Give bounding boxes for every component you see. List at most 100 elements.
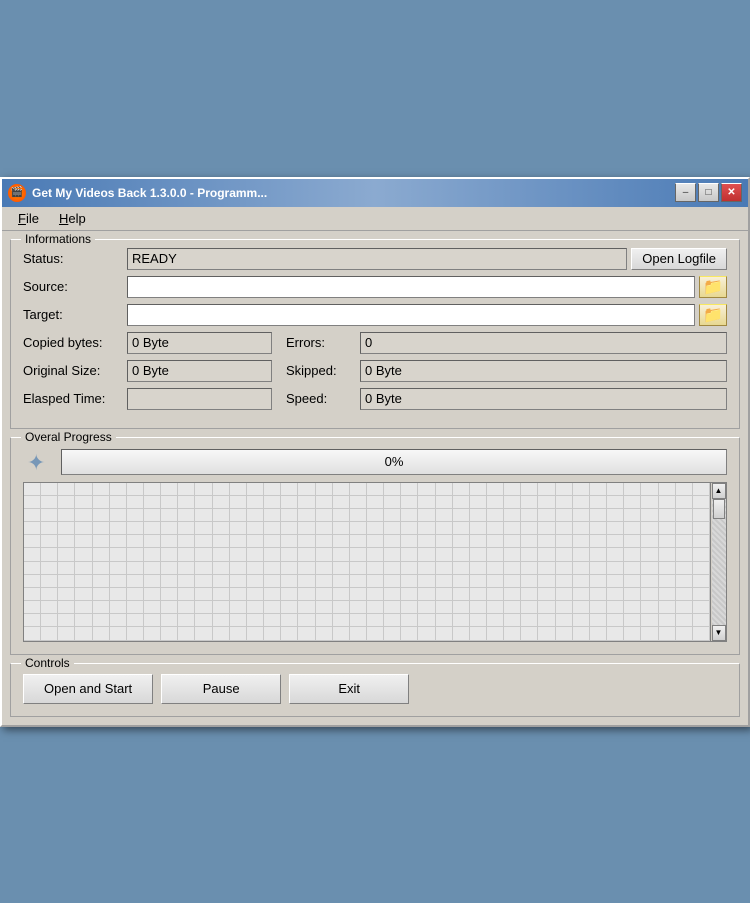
grid-cell — [93, 614, 110, 627]
grid-cell — [659, 509, 676, 522]
scroll-track[interactable] — [712, 499, 726, 625]
grid-cell — [367, 575, 384, 588]
minimize-button[interactable]: – — [675, 183, 696, 202]
menu-help-label: Help — [59, 211, 86, 226]
pause-button[interactable]: Pause — [161, 674, 281, 704]
grid-cell — [624, 535, 641, 548]
grid-cell — [178, 522, 195, 535]
grid-cell — [470, 548, 487, 561]
target-input[interactable] — [127, 304, 695, 326]
grid-cell — [161, 614, 178, 627]
grid-cell — [590, 614, 607, 627]
grid-cell — [573, 588, 590, 601]
grid-cell — [178, 548, 195, 561]
grid-cell — [316, 575, 333, 588]
grid-cell — [195, 535, 212, 548]
grid-cell — [521, 575, 538, 588]
grid-cell — [110, 601, 127, 614]
grid-cell — [316, 627, 333, 640]
scroll-thumb[interactable] — [713, 499, 725, 519]
target-folder-button[interactable]: 📁 — [699, 304, 727, 326]
grid-cell — [556, 535, 573, 548]
grid-cell — [161, 483, 178, 496]
menu-file[interactable]: File — [10, 209, 47, 228]
grid-cell — [281, 548, 298, 561]
open-logfile-button[interactable]: Open Logfile — [631, 248, 727, 270]
grid-cell — [453, 496, 470, 509]
grid-cell — [41, 562, 58, 575]
grid-cell — [264, 509, 281, 522]
grid-cell — [93, 601, 110, 614]
grid-cell — [178, 588, 195, 601]
grid-cell — [316, 522, 333, 535]
grid-cell — [367, 535, 384, 548]
grid-cell — [504, 522, 521, 535]
exit-button[interactable]: Exit — [289, 674, 409, 704]
grid-cell — [161, 522, 178, 535]
grid-cell — [573, 509, 590, 522]
grid-cell — [110, 535, 127, 548]
grid-cell — [350, 509, 367, 522]
grid-cell — [264, 548, 281, 561]
grid-cell — [195, 614, 212, 627]
grid-cell — [58, 483, 75, 496]
scroll-up-button[interactable]: ▲ — [712, 483, 726, 499]
grid-cell — [470, 601, 487, 614]
grid-cell — [247, 575, 264, 588]
main-window: 🎬 Get My Videos Back 1.3.0.0 - Programm.… — [0, 177, 750, 727]
grid-cell — [590, 575, 607, 588]
source-input[interactable] — [127, 276, 695, 298]
menu-help[interactable]: Help — [51, 209, 94, 228]
grid-cell — [93, 575, 110, 588]
source-folder-button[interactable]: 📁 — [699, 276, 727, 298]
original-size-display: 0 Byte — [127, 360, 272, 382]
grid-cell — [178, 483, 195, 496]
grid-cell — [538, 496, 555, 509]
grid-cell — [659, 627, 676, 640]
grid-cell — [213, 535, 230, 548]
open-start-button[interactable]: Open and Start — [23, 674, 153, 704]
grid-cell — [281, 588, 298, 601]
grid-cell — [556, 614, 573, 627]
grid-cell — [161, 627, 178, 640]
grid-cell — [504, 548, 521, 561]
grid-cell — [247, 562, 264, 575]
grid-cell — [693, 588, 710, 601]
grid-cell — [178, 509, 195, 522]
status-value: READY — [132, 251, 177, 266]
grid-cell — [316, 483, 333, 496]
grid-cell — [316, 548, 333, 561]
grid-cell — [58, 496, 75, 509]
grid-cell — [401, 483, 418, 496]
grid-cell — [58, 588, 75, 601]
grid-cell — [418, 588, 435, 601]
grid-cell — [298, 548, 315, 561]
grid-cell — [573, 627, 590, 640]
grid-cell — [247, 535, 264, 548]
maximize-button[interactable]: □ — [698, 183, 719, 202]
folder-icon: 📁 — [703, 277, 723, 297]
grid-cell — [264, 601, 281, 614]
grid-cell — [24, 588, 41, 601]
grid-cell — [487, 614, 504, 627]
grid-cell — [590, 627, 607, 640]
vertical-scrollbar[interactable]: ▲ ▼ — [711, 482, 727, 642]
scroll-down-button[interactable]: ▼ — [712, 625, 726, 641]
grid-cell — [316, 614, 333, 627]
close-button[interactable]: ✕ — [721, 183, 742, 202]
grid-cell — [436, 509, 453, 522]
app-icon: 🎬 — [8, 184, 26, 202]
grid-cell — [590, 601, 607, 614]
grid-cell — [573, 575, 590, 588]
menubar: File Help — [2, 207, 748, 231]
grid-cell — [693, 614, 710, 627]
grid-cell — [573, 562, 590, 575]
grid-cell — [41, 496, 58, 509]
source-label: Source: — [23, 279, 123, 294]
title-bar: 🎬 Get My Videos Back 1.3.0.0 - Programm.… — [2, 179, 748, 207]
grid-cell — [676, 575, 693, 588]
grid-cell — [195, 496, 212, 509]
grid-cell — [350, 575, 367, 588]
grid-cell — [693, 627, 710, 640]
grid-cell — [384, 509, 401, 522]
